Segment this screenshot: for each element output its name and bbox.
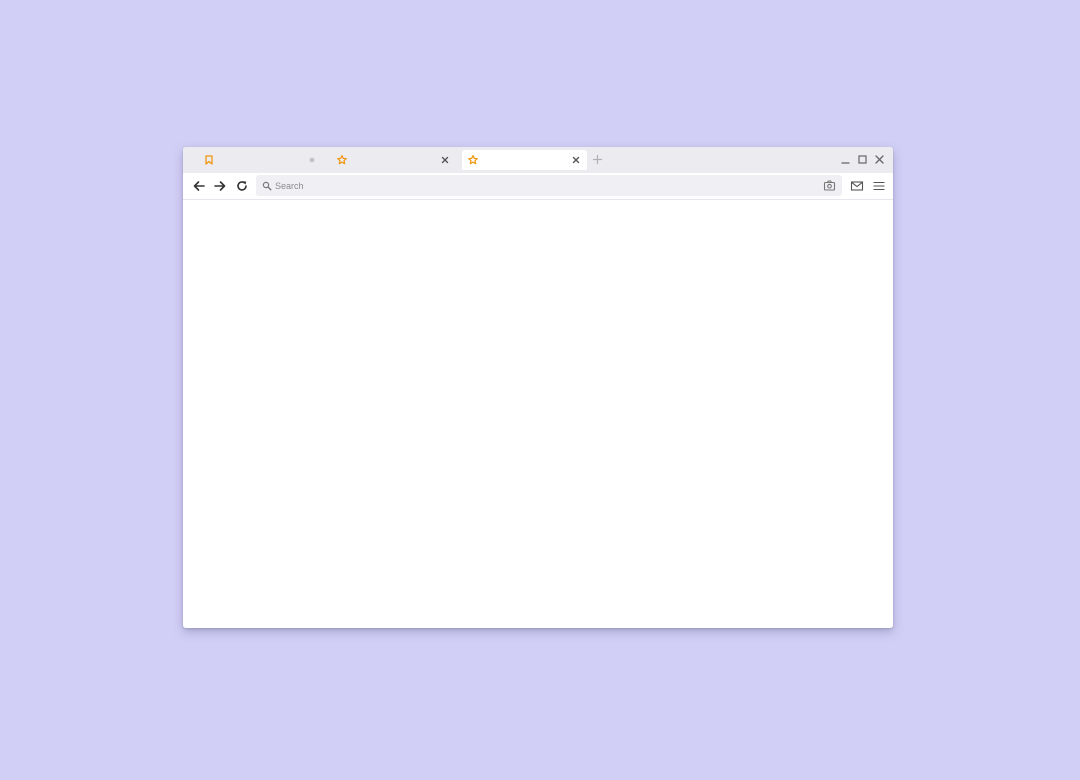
search-input[interactable] bbox=[275, 177, 795, 194]
menu-icon[interactable] bbox=[872, 179, 886, 193]
tab-title bbox=[353, 154, 433, 166]
address-bar[interactable] bbox=[256, 175, 842, 196]
bookmark-icon bbox=[205, 155, 213, 165]
tab-close-icon[interactable] bbox=[307, 155, 317, 165]
tab-close-icon[interactable] bbox=[440, 155, 450, 165]
reload-icon[interactable] bbox=[235, 179, 249, 193]
star-icon bbox=[468, 155, 478, 165]
back-arrow-icon[interactable] bbox=[192, 179, 206, 193]
browser-window bbox=[183, 147, 893, 628]
browser-toolbar bbox=[183, 173, 893, 200]
camera-icon[interactable] bbox=[823, 179, 836, 192]
forward-arrow-icon[interactable] bbox=[213, 179, 227, 193]
tab-1[interactable] bbox=[198, 150, 323, 170]
close-icon[interactable] bbox=[874, 154, 885, 165]
search-icon bbox=[262, 181, 272, 191]
tab-2[interactable] bbox=[331, 150, 456, 170]
mail-icon[interactable] bbox=[850, 179, 864, 193]
tab-close-icon[interactable] bbox=[571, 155, 581, 165]
tab-3-active[interactable] bbox=[462, 150, 587, 170]
star-icon bbox=[337, 155, 347, 165]
minimize-icon[interactable] bbox=[840, 154, 851, 165]
maximize-icon[interactable] bbox=[857, 154, 868, 165]
tab-title bbox=[484, 154, 564, 166]
tab-title bbox=[220, 154, 300, 166]
page-content-area[interactable] bbox=[183, 200, 893, 628]
new-tab-icon[interactable] bbox=[592, 154, 603, 165]
tab-strip bbox=[183, 147, 893, 173]
